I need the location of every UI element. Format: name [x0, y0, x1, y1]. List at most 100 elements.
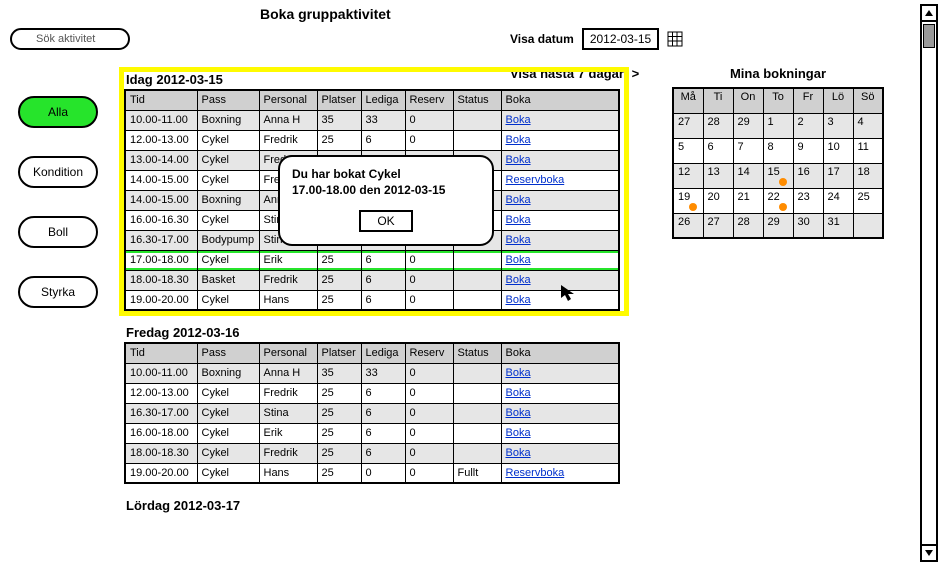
- cell-platser: 35: [317, 363, 361, 383]
- calendar-day[interactable]: 22: [763, 188, 793, 213]
- calendar-day[interactable]: 27: [673, 113, 703, 138]
- filter-pill-styrka[interactable]: Styrka: [18, 276, 98, 308]
- cell-reserv: 0: [405, 130, 453, 150]
- cell-pass: Boxning: [197, 110, 259, 130]
- book-link[interactable]: Boka: [506, 194, 531, 206]
- cell-tid: 14.00-15.00: [125, 170, 197, 190]
- cell-pass: Cykel: [197, 463, 259, 483]
- dialog-text: Du har bokat Cykel 17.00-18.00 den 2012-…: [292, 167, 480, 198]
- calendar-day[interactable]: 8: [763, 138, 793, 163]
- book-link[interactable]: Boka: [506, 114, 531, 126]
- cell-personal: Hans: [259, 290, 317, 310]
- calendar-day[interactable]: 15: [763, 163, 793, 188]
- cell-personal: Fredrik: [259, 270, 317, 290]
- cell-platser: 25: [317, 423, 361, 443]
- calendar-day[interactable]: 26: [673, 213, 703, 238]
- cell-platser: 25: [317, 463, 361, 483]
- calendar-day[interactable]: 2: [793, 113, 823, 138]
- cell-action: Boka: [501, 110, 619, 130]
- calendar-day[interactable]: 29: [733, 113, 763, 138]
- calendar-day[interactable]: 12: [673, 163, 703, 188]
- column-header: Lediga: [361, 90, 405, 110]
- scroll-down-arrow[interactable]: [922, 544, 936, 560]
- book-link[interactable]: Boka: [506, 427, 531, 439]
- calendar-day[interactable]: 20: [703, 188, 733, 213]
- calendar-day[interactable]: 13: [703, 163, 733, 188]
- cell-action: Boka: [501, 230, 619, 250]
- cell-action: Boka: [501, 363, 619, 383]
- scroll-up-arrow[interactable]: [922, 6, 936, 22]
- book-link[interactable]: Boka: [506, 214, 531, 226]
- book-link[interactable]: Reservboka: [506, 467, 565, 479]
- calendar-day[interactable]: 18: [853, 163, 883, 188]
- cell-status: [453, 423, 501, 443]
- calendar-day[interactable]: 25: [853, 188, 883, 213]
- book-link[interactable]: Boka: [506, 447, 531, 459]
- calendar-day[interactable]: 28: [703, 113, 733, 138]
- cell-status: [453, 443, 501, 463]
- book-link[interactable]: Boka: [506, 254, 531, 266]
- cell-personal: Erik: [259, 423, 317, 443]
- calendar-day[interactable]: 27: [703, 213, 733, 238]
- search-input[interactable]: Sök aktivitet: [10, 28, 130, 50]
- day-heading: Lördag 2012-03-17: [126, 498, 624, 513]
- book-link[interactable]: Boka: [506, 387, 531, 399]
- filter-pill-kondition[interactable]: Kondition: [18, 156, 98, 188]
- cell-lediga: 6: [361, 383, 405, 403]
- calendar-day[interactable]: 17: [823, 163, 853, 188]
- scrollbar[interactable]: [920, 4, 938, 562]
- calendar-day[interactable]: 21: [733, 188, 763, 213]
- calendar-grid: MåTiOnToFrLöSö27282912345678910111213141…: [672, 87, 884, 239]
- calendar-day[interactable]: 1: [763, 113, 793, 138]
- calendar-day[interactable]: [853, 213, 883, 238]
- calendar-day[interactable]: 14: [733, 163, 763, 188]
- book-link[interactable]: Boka: [506, 274, 531, 286]
- date-input[interactable]: 2012-03-15: [582, 28, 659, 50]
- calendar-day[interactable]: 11: [853, 138, 883, 163]
- calendar-day[interactable]: 31: [823, 213, 853, 238]
- cell-pass: Cykel: [197, 383, 259, 403]
- scroll-thumb[interactable]: [923, 24, 935, 48]
- filter-pill-boll[interactable]: Boll: [18, 216, 98, 248]
- table-row: 12.00-13.00CykelFredrik2560Boka: [125, 383, 619, 403]
- book-link[interactable]: Reservboka: [506, 174, 565, 186]
- book-link[interactable]: Boka: [506, 407, 531, 419]
- calendar-day[interactable]: 3: [823, 113, 853, 138]
- cell-tid: 16.30-17.00: [125, 403, 197, 423]
- book-link[interactable]: Boka: [506, 234, 531, 246]
- book-link[interactable]: Boka: [506, 294, 531, 306]
- cell-pass: Bodypump: [197, 230, 259, 250]
- calendar-day[interactable]: 9: [793, 138, 823, 163]
- filter-pill-alla[interactable]: Alla: [18, 96, 98, 128]
- cell-tid: 10.00-11.00: [125, 110, 197, 130]
- cell-pass: Cykel: [197, 170, 259, 190]
- schedule-table: TidPassPersonalPlatserLedigaReservStatus…: [124, 342, 620, 484]
- calendar-day[interactable]: 19: [673, 188, 703, 213]
- cell-reserv: 0: [405, 423, 453, 443]
- cell-action: Boka: [501, 150, 619, 170]
- book-link[interactable]: Boka: [506, 154, 531, 166]
- calendar-day[interactable]: 10: [823, 138, 853, 163]
- book-link[interactable]: Boka: [506, 367, 531, 379]
- calendar-day[interactable]: 7: [733, 138, 763, 163]
- calendar-day[interactable]: 28: [733, 213, 763, 238]
- calendar-header: Sö: [853, 88, 883, 113]
- cell-pass: Basket: [197, 270, 259, 290]
- cell-tid: 16.00-16.30: [125, 210, 197, 230]
- cell-status: [453, 110, 501, 130]
- calendar-day[interactable]: 5: [673, 138, 703, 163]
- calendar-day[interactable]: 16: [793, 163, 823, 188]
- calendar-day[interactable]: 30: [793, 213, 823, 238]
- cell-tid: 17.00-18.00: [125, 250, 197, 270]
- book-link[interactable]: Boka: [506, 134, 531, 146]
- day-heading: Fredag 2012-03-16: [126, 325, 624, 340]
- calendar-day[interactable]: 6: [703, 138, 733, 163]
- calendar-day[interactable]: 29: [763, 213, 793, 238]
- cell-lediga: 6: [361, 250, 405, 270]
- ok-button[interactable]: OK: [359, 210, 412, 232]
- calendar-icon[interactable]: [667, 31, 683, 47]
- calendar-day[interactable]: 4: [853, 113, 883, 138]
- cell-personal: Fredrik: [259, 130, 317, 150]
- calendar-day[interactable]: 23: [793, 188, 823, 213]
- calendar-day[interactable]: 24: [823, 188, 853, 213]
